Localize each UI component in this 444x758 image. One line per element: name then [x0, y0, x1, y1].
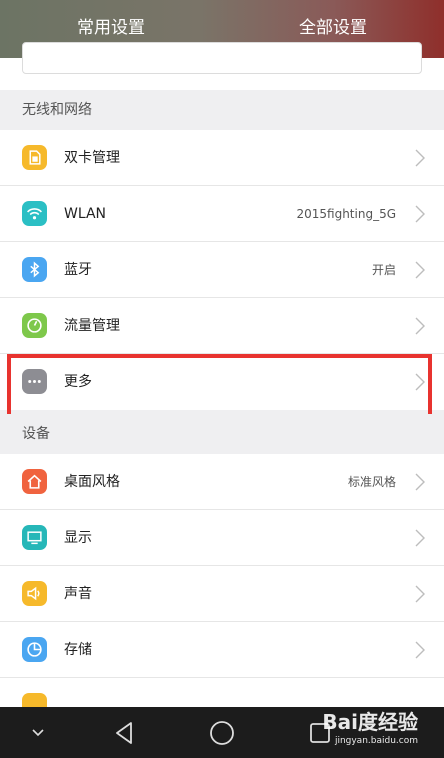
list-item-partial[interactable] [0, 678, 444, 718]
list-item-desktop-style[interactable]: 桌面风格 标准风格 [0, 454, 444, 510]
data-usage-icon [22, 313, 47, 338]
list-item-storage[interactable]: 存储 [0, 622, 444, 678]
list-item-bluetooth[interactable]: 蓝牙 开启 [0, 242, 444, 298]
item-label: 流量管理 [64, 318, 120, 334]
chevron-right-icon [415, 641, 425, 659]
wifi-icon [22, 201, 47, 226]
device-list: 桌面风格 标准风格 显示 声音 存储 [0, 454, 444, 718]
section-title: 无线和网络 [22, 102, 92, 118]
section-header-wireless: 无线和网络 [0, 90, 444, 130]
list-item-more[interactable]: 更多 [0, 354, 444, 410]
list-item-display[interactable]: 显示 [0, 510, 444, 566]
item-label: 声音 [64, 586, 92, 602]
chevron-right-icon [415, 149, 425, 167]
item-label: 更多 [64, 374, 92, 390]
chevron-right-icon [415, 585, 425, 603]
watermark-logo: Bai度经验 [322, 710, 418, 734]
wireless-list: 双卡管理 WLAN 2015fighting_5G 蓝牙 开启 流量管理 更多 [0, 130, 444, 410]
list-item-sound[interactable]: 声音 [0, 566, 444, 622]
item-value: 2015fighting_5G [296, 207, 396, 221]
more-icon [22, 369, 47, 394]
chevron-right-icon [415, 473, 425, 491]
chevron-down-icon [32, 728, 44, 736]
storage-icon [22, 637, 47, 662]
item-label: 桌面风格 [64, 474, 120, 490]
bluetooth-icon [22, 257, 47, 282]
list-item-dual-sim[interactable]: 双卡管理 [0, 130, 444, 186]
home-button[interactable] [202, 707, 242, 758]
display-icon [22, 525, 47, 550]
item-label: WLAN [64, 206, 107, 222]
item-label: 存储 [64, 642, 92, 658]
item-label: 显示 [64, 530, 92, 546]
search-area [0, 42, 444, 90]
speaker-icon [22, 581, 47, 606]
item-value: 标准风格 [347, 475, 396, 489]
watermark: Bai度经验 jingyan.baidu.com [322, 709, 418, 747]
back-button[interactable] [104, 707, 144, 758]
section-header-device: 设备 [0, 414, 444, 454]
list-item-data-usage[interactable]: 流量管理 [0, 298, 444, 354]
item-value: 开启 [371, 263, 396, 277]
item-label: 双卡管理 [64, 150, 120, 166]
hide-nav-button[interactable] [18, 707, 58, 758]
home-icon [22, 469, 47, 494]
chevron-right-icon [415, 317, 425, 335]
chevron-right-icon [415, 529, 425, 547]
item-label: 蓝牙 [64, 262, 92, 278]
back-triangle-icon [116, 721, 132, 744]
chevron-right-icon [415, 205, 425, 223]
sim-card-icon [22, 145, 47, 170]
section-title: 设备 [22, 426, 50, 442]
chevron-right-icon [415, 261, 425, 279]
home-circle-icon [210, 720, 234, 745]
search-input[interactable] [22, 42, 422, 74]
list-item-wlan[interactable]: WLAN 2015fighting_5G [0, 186, 444, 242]
watermark-url: jingyan.baidu.com [334, 736, 418, 746]
system-nav-bar: Bai度经验 jingyan.baidu.com [0, 707, 444, 758]
chevron-right-icon [415, 373, 425, 391]
